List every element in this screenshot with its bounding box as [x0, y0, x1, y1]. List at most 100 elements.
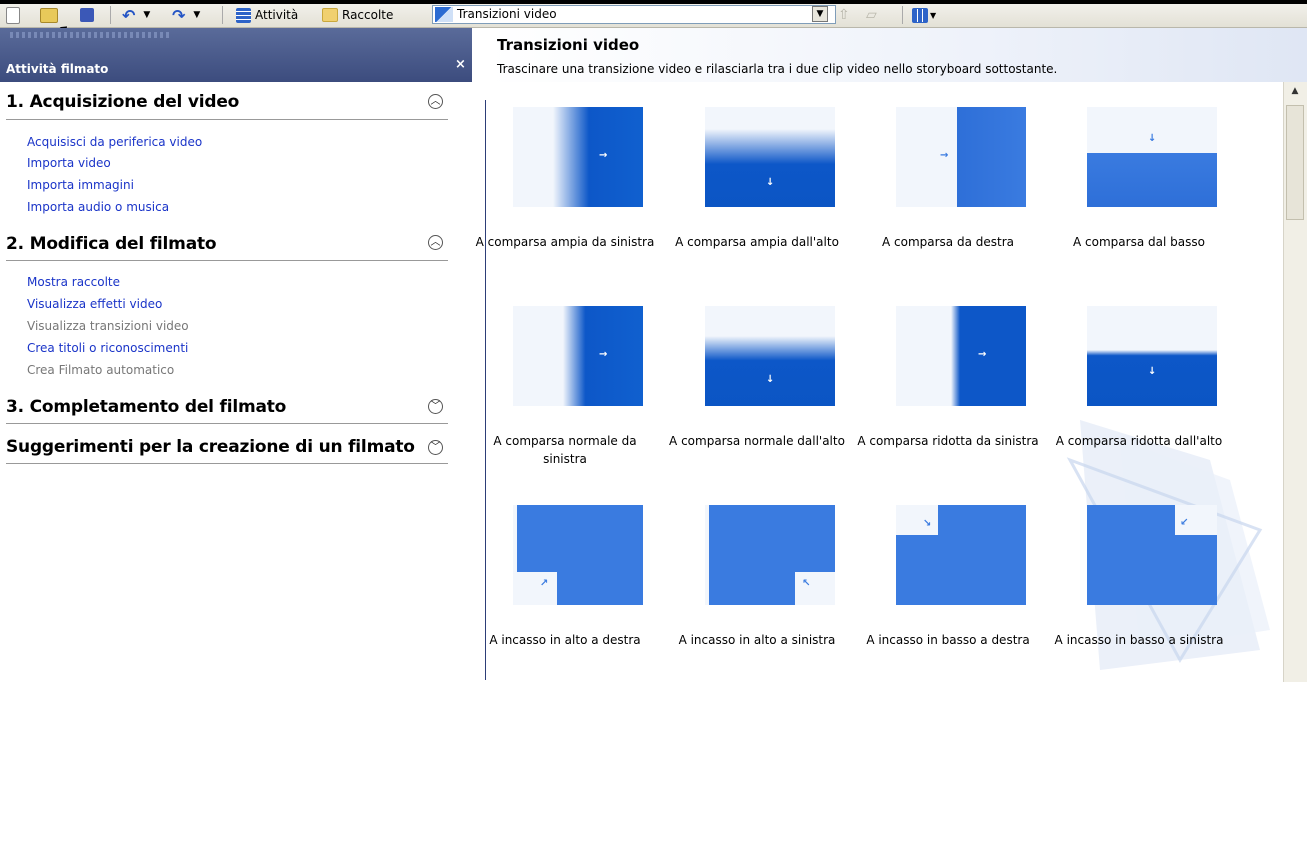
undo-icon: ↶ — [122, 5, 136, 25]
arrow-down-icon: ↓ — [1148, 133, 1157, 144]
task-link-view-transitions: Visualizza transizioni video — [27, 319, 189, 333]
transition-label: A incasso in alto a destra — [489, 633, 641, 647]
transition-thumbnail: → — [513, 306, 643, 406]
header-texture — [10, 32, 170, 38]
new-folder-icon: ▱ — [866, 7, 877, 23]
transition-thumbnail: → — [513, 107, 643, 207]
window-top-border — [0, 0, 1307, 4]
transition-label: A comparsa ridotta dall'alto — [1055, 434, 1223, 448]
transition-tile[interactable]: → A comparsa ridotta da sinistra — [853, 306, 1043, 486]
transition-label: A comparsa ampia da sinistra — [475, 235, 655, 249]
arrow-down-icon: ↓ — [766, 177, 775, 188]
collapse-icon[interactable]: ︿ — [428, 94, 443, 109]
undo-button[interactable]: ↶ ▼ — [122, 5, 150, 25]
transition-tile[interactable]: ↓ A comparsa ampia dall'alto — [662, 107, 852, 287]
transition-tile[interactable]: ↘ A incasso in basso a destra — [853, 505, 1043, 685]
section-divider — [6, 423, 448, 424]
up-folder-button[interactable]: ⇧ — [838, 6, 850, 24]
transition-label: A comparsa normale dall'alto — [669, 434, 845, 448]
close-icon[interactable]: × — [455, 57, 466, 72]
section-title-tips[interactable]: Suggerimenti per la creazione di un film… — [6, 437, 415, 457]
content-title: Transizioni video — [497, 36, 640, 54]
tasks-button[interactable]: Attività — [236, 6, 298, 24]
scrollbar-thumb[interactable] — [1286, 105, 1304, 220]
collections-label: Raccolte — [342, 8, 394, 22]
section-title-finish[interactable]: 3. Completamento del filmato — [6, 397, 286, 417]
transition-tile[interactable]: ↙ A incasso in basso a sinistra — [1044, 505, 1234, 685]
location-dropdown[interactable]: Transizioni video — [432, 5, 836, 24]
redo-dropdown-icon[interactable]: ▼ — [193, 10, 200, 20]
thumbnails-view-icon — [912, 7, 928, 23]
transition-label: A comparsa ampia dall'alto — [675, 235, 839, 249]
arrow-down-left-icon: ↙ — [1180, 517, 1189, 528]
new-project-button[interactable] — [6, 6, 20, 24]
transition-label: A comparsa ridotta da sinistra — [857, 434, 1039, 448]
transition-tile[interactable]: → A comparsa ampia da sinistra — [470, 107, 660, 287]
save-button[interactable] — [80, 6, 94, 24]
task-link-show-collections[interactable]: Mostra raccolte — [27, 275, 120, 289]
collections-folder-icon — [322, 8, 338, 22]
arrow-up-left-icon: ↖ — [802, 578, 811, 589]
scroll-up-icon[interactable]: ▲ — [1285, 86, 1305, 100]
transition-thumbnail: ↘ — [896, 505, 1026, 605]
transition-tile[interactable]: → A comparsa normale da sinistra — [470, 306, 660, 486]
undo-dropdown-icon[interactable]: ▼ — [143, 10, 150, 20]
expand-icon[interactable]: ﹀ — [428, 399, 443, 414]
task-link-import-video[interactable]: Importa video — [27, 156, 111, 170]
transition-label: A comparsa dal basso — [1073, 235, 1205, 249]
task-link-view-effects[interactable]: Visualizza effetti video — [27, 297, 162, 311]
empty-area — [0, 683, 1307, 861]
task-link-import-images[interactable]: Importa immagini — [27, 178, 134, 192]
toolbar-separator — [222, 6, 223, 24]
new-collection-button[interactable]: ▱ — [866, 6, 877, 24]
transition-tile[interactable]: → A comparsa da destra — [853, 107, 1043, 287]
arrow-down-icon: ↓ — [1148, 366, 1157, 377]
collapse-icon[interactable]: ︿ — [428, 235, 443, 250]
toolbar-separator — [110, 6, 111, 24]
chevron-down-icon: ▼ — [816, 9, 824, 19]
section-divider — [6, 463, 448, 464]
content-subtitle: Trascinare una transizione video e rilas… — [497, 62, 1058, 76]
transition-tile[interactable]: ↖ A incasso in alto a sinistra — [662, 505, 852, 685]
transition-tile[interactable]: ↓ A comparsa normale dall'alto — [662, 306, 852, 486]
transition-thumbnail: ↓ — [705, 306, 835, 406]
section-title-edit[interactable]: 2. Modifica del filmato — [6, 234, 217, 254]
transition-tile[interactable]: ↓ A comparsa dal basso — [1044, 107, 1234, 287]
expand-icon[interactable]: ﹀ — [428, 440, 443, 455]
collections-button[interactable]: Raccolte — [322, 6, 393, 24]
task-link-automovie: Crea Filmato automatico — [27, 363, 175, 377]
transition-thumbnail: ↓ — [1087, 107, 1217, 207]
transition-label: A incasso in alto a sinistra — [678, 633, 836, 647]
transition-thumbnail: → — [896, 306, 1026, 406]
toolbar-separator — [902, 6, 903, 24]
transition-thumbnail: ↓ — [705, 107, 835, 207]
task-link-import-audio[interactable]: Importa audio o musica — [27, 200, 169, 214]
redo-button[interactable]: ↷ ▼ — [172, 5, 200, 25]
transition-icon — [435, 7, 453, 22]
transition-tile[interactable]: ↗ A incasso in alto a destra — [470, 505, 660, 685]
transition-thumbnail: ↙ — [1087, 505, 1217, 605]
arrow-right-icon: → — [599, 349, 608, 360]
toolbar: ↶ ▼ ↷ ▼ Attività Raccolte Transizioni vide… — [0, 0, 1307, 28]
arrow-right-icon: → — [978, 349, 987, 360]
arrow-right-icon: → — [940, 150, 949, 161]
location-dropdown-arrow[interactable]: ▼ — [812, 6, 828, 22]
new-file-icon — [6, 6, 20, 24]
transition-thumbnail: ↗ — [513, 505, 643, 605]
section-divider — [6, 260, 448, 261]
task-link-capture-device[interactable]: Acquisisci da periferica video — [27, 135, 202, 149]
redo-icon: ↷ — [172, 5, 186, 25]
task-pane-title: Attività filmato — [6, 62, 109, 76]
up-folder-icon: ⇧ — [838, 7, 850, 23]
views-button[interactable]: ▼ — [912, 6, 936, 24]
transition-thumbnail: → — [896, 107, 1026, 207]
transition-tile[interactable]: ↓ A comparsa ridotta dall'alto — [1044, 306, 1234, 486]
transition-label: A incasso in basso a sinistra — [1054, 633, 1224, 647]
transition-label: A incasso in basso a destra — [866, 633, 1030, 647]
task-link-create-titles[interactable]: Crea titoli o riconoscimenti — [27, 341, 188, 355]
arrow-up-right-icon: ↗ — [540, 578, 549, 589]
location-value: Transizioni video — [457, 7, 557, 21]
section-title-capture[interactable]: 1. Acquisizione del video — [6, 92, 239, 112]
transition-thumbnail: ↓ — [1087, 306, 1217, 406]
views-dropdown-icon: ▼ — [930, 10, 937, 20]
